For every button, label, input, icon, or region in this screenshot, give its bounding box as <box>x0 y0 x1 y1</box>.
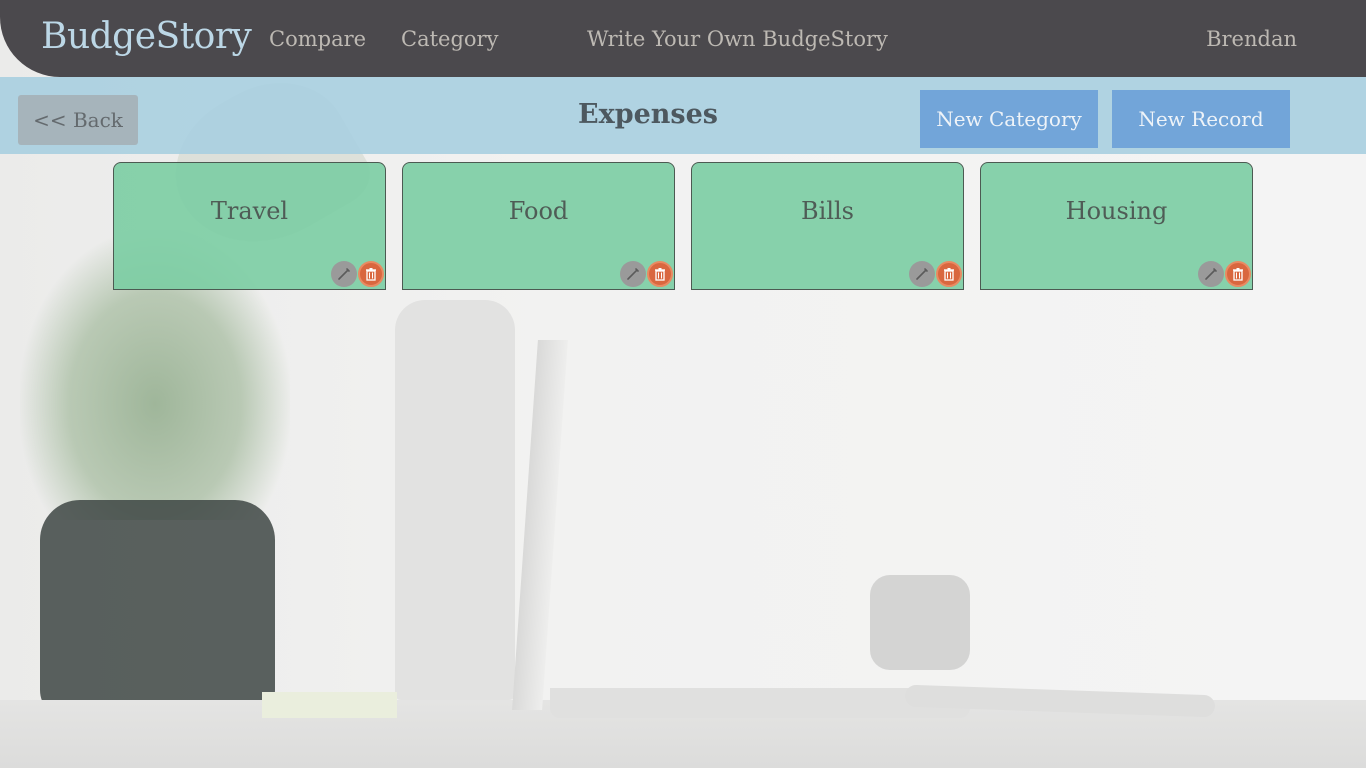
background-note <box>262 692 397 718</box>
nav-write-story-link[interactable]: Write Your Own BudgeStory <box>587 27 888 51</box>
top-navbar: BudgeStory Compare Category Write Your O… <box>0 0 1366 77</box>
user-menu[interactable]: Brendan <box>1206 27 1297 51</box>
background-jar <box>40 500 275 720</box>
new-record-button[interactable]: New Record <box>1112 90 1290 148</box>
category-card[interactable]: Travel <box>113 162 386 290</box>
nav-category-link[interactable]: Category <box>401 27 498 51</box>
trash-icon[interactable] <box>647 261 673 287</box>
category-card[interactable]: Bills <box>691 162 964 290</box>
pencil-icon[interactable] <box>1198 261 1224 287</box>
category-card-title: Food <box>508 197 569 225</box>
category-card[interactable]: Housing <box>980 162 1253 290</box>
trash-icon[interactable] <box>358 261 384 287</box>
trash-icon[interactable] <box>936 261 962 287</box>
page-toolbar: << Back Expenses New Category New Record <box>0 77 1366 154</box>
category-card-title: Housing <box>1065 197 1168 225</box>
trash-icon[interactable] <box>1225 261 1251 287</box>
new-category-button[interactable]: New Category <box>920 90 1098 148</box>
pencil-icon[interactable] <box>331 261 357 287</box>
category-card[interactable]: Food <box>402 162 675 290</box>
page-title: Expenses <box>578 99 718 130</box>
nav-compare-link[interactable]: Compare <box>269 27 366 51</box>
brand-logo[interactable]: BudgeStory <box>41 16 252 57</box>
category-card-title: Travel <box>210 197 289 225</box>
pencil-icon[interactable] <box>620 261 646 287</box>
background-pot <box>870 575 970 670</box>
category-card-list: Travel Food Bills Housing <box>113 162 1253 290</box>
background-bottle <box>395 300 515 700</box>
pencil-icon[interactable] <box>909 261 935 287</box>
category-card-title: Bills <box>801 197 854 225</box>
